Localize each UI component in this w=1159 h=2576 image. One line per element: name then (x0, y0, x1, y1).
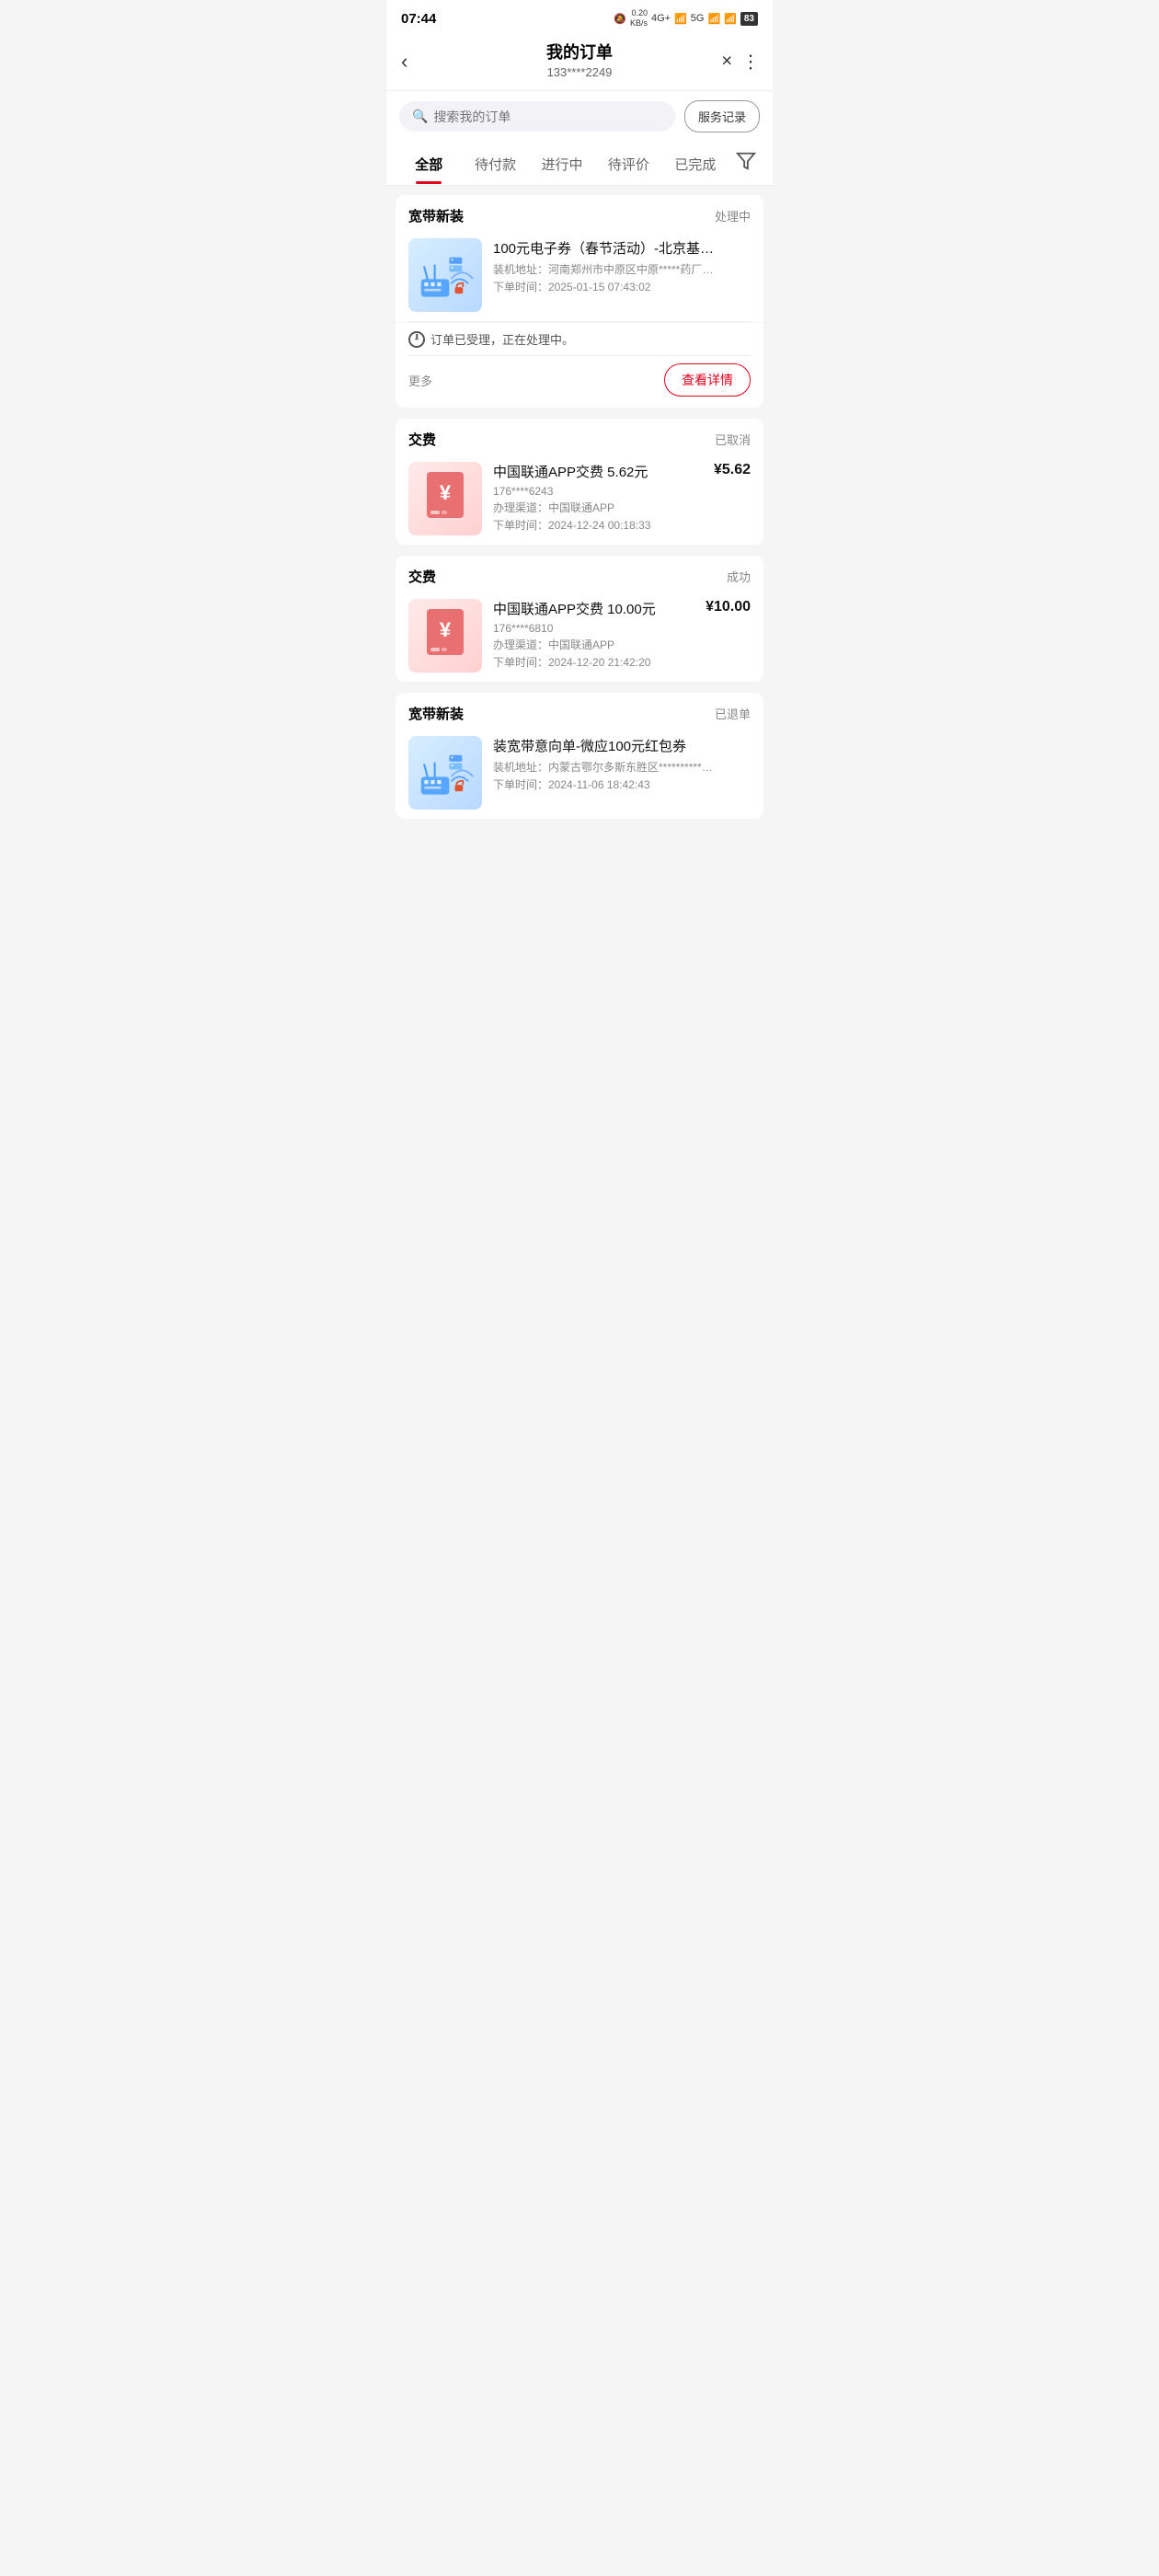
order-thumb-1 (408, 238, 482, 312)
more-link-1[interactable]: 更多 (408, 372, 432, 389)
order-status-line-1: 订单已受理，正在处理中。 (396, 322, 763, 355)
order-content-4: 装宽带意向单-微应100元红包券 装机地址：内蒙古鄂尔多斯东胜区********… (396, 730, 763, 819)
order-card-3: 交费 成功 ¥ 中国联通APP交费 10.00元 ¥10.00 176****6… (396, 556, 763, 682)
search-input-wrap[interactable]: 🔍 (399, 101, 675, 132)
battery-icon: 83 (740, 12, 758, 26)
order-time-3: 下单时间：2024-12-20 21:42:20 (493, 654, 751, 670)
order-status-4: 已退单 (715, 705, 751, 722)
status-time: 07:44 (401, 11, 436, 27)
order-content-3: ¥ 中国联通APP交费 10.00元 ¥10.00 176****6810 办理… (396, 593, 763, 682)
order-channel-2: 办理渠道：中国联通APP (493, 500, 751, 515)
tabs-bar: 全部 待付款 进行中 待评价 已完成 (386, 142, 773, 186)
order-content-1: 100元电子券（春节活动）-北京基… 装机地址：河南郑州市中原区中原*****药… (396, 233, 763, 321)
order-header-2: 交费 已取消 (396, 419, 763, 456)
order-content-2: ¥ 中国联通APP交费 5.62元 ¥5.62 176****6243 办理渠道… (396, 456, 763, 545)
order-info-4: 装宽带意向单-微应100元红包券 装机地址：内蒙古鄂尔多斯东胜区********… (493, 736, 751, 794)
search-area: 🔍 服务记录 (386, 91, 773, 142)
order-card-1: 宽带新装 处理中 (396, 195, 763, 408)
order-card-4: 宽带新装 已退单 装宽带意向单-微应10 (396, 693, 763, 819)
order-type-2: 交费 (408, 430, 436, 449)
order-price-2: ¥5.62 (714, 462, 751, 478)
order-thumb-2: ¥ (408, 462, 482, 535)
order-name-3: 中国联通APP交费 10.00元 (493, 599, 706, 618)
order-info-2: 中国联通APP交费 5.62元 ¥5.62 176****6243 办理渠道：中… (493, 462, 751, 535)
order-info-1: 100元电子券（春节活动）-北京基… 装机地址：河南郑州市中原区中原*****药… (493, 238, 751, 296)
order-phone-2: 176****6243 (493, 485, 751, 498)
order-header-1: 宽带新装 处理中 (396, 195, 763, 233)
order-time-4: 下单时间：2024-11-06 18:42:43 (493, 776, 751, 792)
order-address-4: 装机地址：内蒙古鄂尔多斯东胜区**********… (493, 759, 751, 775)
order-thumb-4 (408, 736, 482, 810)
header-title-group: 我的订单 133****2249 (432, 42, 727, 79)
order-time-1: 下单时间：2025-01-15 07:43:02 (493, 279, 751, 294)
order-name-2: 中国联通APP交费 5.62元 (493, 462, 714, 481)
search-input[interactable] (433, 109, 662, 124)
order-info-3: 中国联通APP交费 10.00元 ¥10.00 176****6810 办理渠道… (493, 599, 751, 672)
network-4g-icon: 4G+ (651, 13, 671, 24)
order-card-2: 交费 已取消 ¥ 中国联通APP交费 5.62元 ¥5.62 176****62… (396, 419, 763, 545)
order-header-3: 交费 成功 (396, 556, 763, 593)
order-status-1: 处理中 (715, 207, 751, 224)
order-channel-3: 办理渠道：中国联通APP (493, 637, 751, 652)
signal-bar-icon: 📶 (674, 13, 687, 25)
order-actions-1: 更多 查看详情 (396, 356, 763, 408)
tab-in-progress[interactable]: 进行中 (529, 143, 595, 184)
network-speed: 0.20 KB/s (630, 8, 648, 29)
order-time-2: 下单时间：2024-12-24 00:18:33 (493, 517, 751, 533)
account-number: 133****2249 (432, 65, 727, 79)
svg-text:¥: ¥ (440, 618, 452, 641)
svg-text:¥: ¥ (440, 481, 452, 504)
order-phone-3: 176****6810 (493, 622, 751, 635)
order-status-3: 成功 (727, 568, 751, 585)
order-name-1: 100元电子券（春节活动）-北京基… (493, 238, 751, 258)
mute-icon: 🔕 (614, 13, 626, 25)
order-address-1: 装机地址：河南郑州市中原区中原*****药厂… (493, 261, 751, 277)
tab-pending-review[interactable]: 待评价 (595, 143, 661, 184)
back-button[interactable]: ‹ (401, 50, 407, 74)
network-5g-icon: 5G (691, 13, 705, 24)
status-bar: 07:44 🔕 0.20 KB/s 4G+ 📶 5G 📶 📶 83 (386, 0, 773, 33)
clock-icon-1 (408, 331, 425, 348)
signal-bar2-icon: 📶 (707, 13, 720, 25)
tab-all[interactable]: 全部 (396, 143, 462, 184)
more-options-button[interactable]: ⋮ (741, 51, 760, 74)
page-header: ‹ 我的订单 133****2249 × ⋮ (386, 33, 773, 91)
order-price-3: ¥10.00 (706, 599, 751, 615)
close-button[interactable]: × (721, 52, 732, 73)
page-title: 我的订单 (432, 42, 727, 63)
status-icons: 🔕 0.20 KB/s 4G+ 📶 5G 📶 📶 83 (614, 8, 758, 29)
service-record-button[interactable]: 服务记录 (684, 100, 760, 132)
detail-button-1[interactable]: 查看详情 (664, 363, 751, 397)
tab-completed[interactable]: 已完成 (662, 143, 729, 184)
wifi-icon: 📶 (724, 13, 737, 25)
order-status-2: 已取消 (715, 431, 751, 448)
status-message-1: 订单已受理，正在处理中。 (430, 330, 574, 348)
filter-button[interactable] (729, 142, 763, 185)
order-name-4: 装宽带意向单-微应100元红包券 (493, 736, 751, 755)
order-type-4: 宽带新装 (408, 704, 464, 723)
search-icon: 🔍 (412, 109, 428, 124)
order-header-4: 宽带新装 已退单 (396, 693, 763, 730)
order-type-1: 宽带新装 (408, 206, 464, 225)
tab-pending-payment[interactable]: 待付款 (462, 143, 528, 184)
order-type-3: 交费 (408, 567, 436, 586)
order-thumb-3: ¥ (408, 599, 482, 673)
